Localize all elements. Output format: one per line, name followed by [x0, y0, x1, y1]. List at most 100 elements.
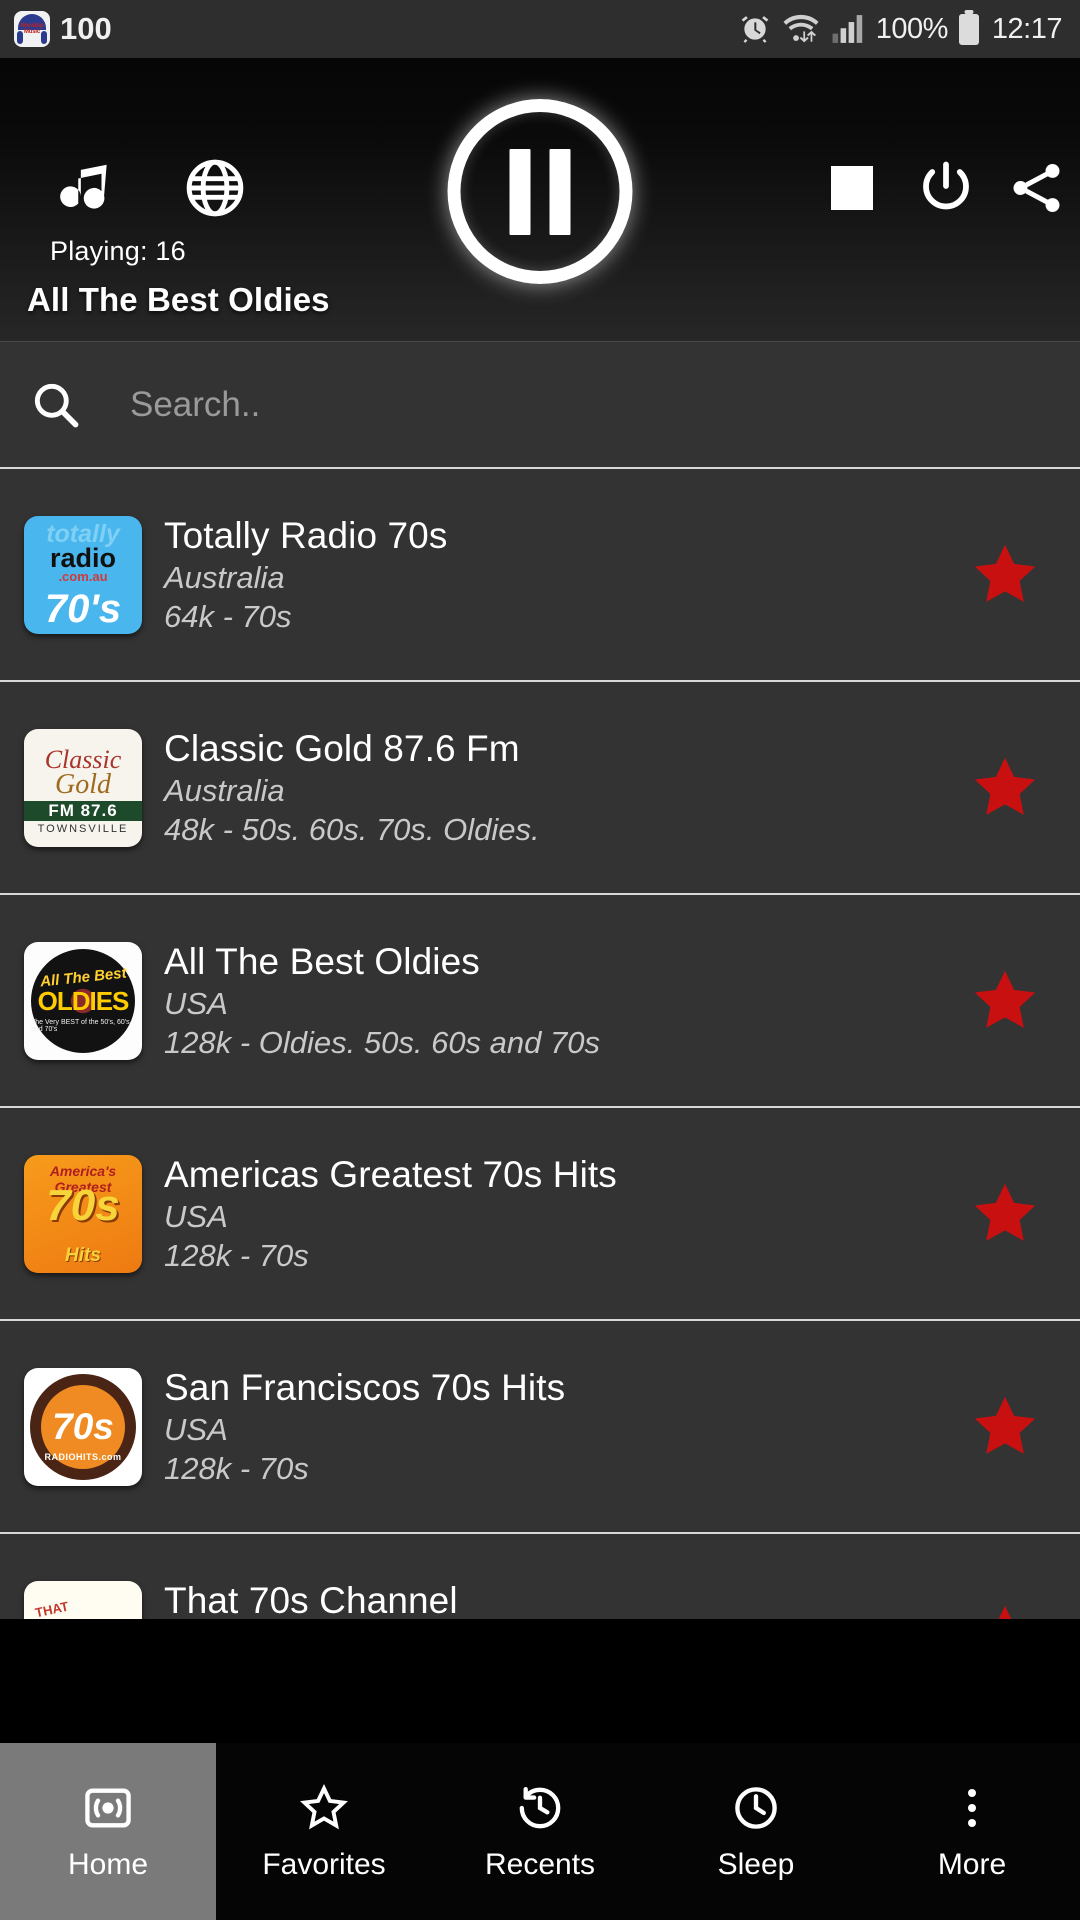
station-name: That 70s Channel	[164, 1579, 458, 1620]
station-country: Australia	[164, 772, 285, 808]
star-filled-icon	[974, 970, 1036, 1028]
favorite-toggle[interactable]	[950, 751, 1060, 825]
nav-label: Recents	[484, 1847, 596, 1881]
station-name: Americas Greatest 70s Hits	[164, 1153, 617, 1195]
logo-text: 70s	[52, 1405, 114, 1447]
nav-item-home[interactable]: Home	[0, 1743, 216, 1920]
favorite-toggle[interactable]	[950, 964, 1060, 1038]
station-logo: Classic Gold FM 87.6 TOWNSVILLE	[24, 728, 142, 847]
station-name: All The Best Oldies	[164, 940, 480, 982]
bottom-navigation: Home Favorites Recents Sleep More	[0, 1743, 1080, 1920]
station-description: 48k - 50s. 60s. 70s. Oldies.	[164, 811, 540, 847]
station-description: 128k - 70s	[164, 1237, 309, 1273]
status-bar-right: 100% 12:17	[739, 12, 1063, 46]
globe-icon[interactable]	[184, 157, 246, 219]
station-list-item[interactable]: 70s RADIOHITS.com San Franciscos 70s Hit…	[0, 1321, 1080, 1534]
station-description: 128k - Oldies. 50s. 60s and 70s	[164, 1024, 600, 1060]
star-filled-icon	[974, 544, 1036, 602]
station-country: Australia	[164, 559, 285, 595]
station-name: Totally Radio 70s	[164, 514, 448, 556]
notification-count: 100	[60, 11, 112, 46]
radio-icon	[82, 1782, 134, 1834]
power-button[interactable]	[916, 158, 976, 218]
clock-time: 12:17	[991, 12, 1063, 45]
nav-label: More	[937, 1847, 1007, 1881]
station-logo: America's Greatest 70s Hits	[24, 1154, 142, 1273]
station-country: USA	[164, 1411, 228, 1447]
station-meta: Totally Radio 70s Australia 64k - 70s	[164, 515, 950, 635]
station-logo: All The Best OLDIES The Very BEST of the…	[24, 941, 142, 1060]
logo-text: 70s	[48, 1616, 118, 1620]
overflow-menu-icon	[968, 1782, 976, 1834]
star-icon	[298, 1782, 350, 1834]
search-bar[interactable]	[0, 341, 1080, 469]
signal-icon	[831, 13, 865, 45]
station-list-item[interactable]: totally radio .com.au 70's Totally Radio…	[0, 469, 1080, 682]
station-logo: THAT 70s CHANNEL	[24, 1580, 142, 1620]
nav-label: Favorites	[262, 1847, 386, 1881]
nav-item-sleep[interactable]: Sleep	[648, 1743, 864, 1920]
logo-text: TOWNSVILLE	[37, 823, 129, 835]
battery-percent: 100%	[875, 12, 949, 45]
station-description: 64k - 70s	[164, 598, 292, 634]
station-country: USA	[164, 985, 228, 1021]
clock-icon	[730, 1782, 782, 1834]
player-panel: Playing: 16 All The Best Oldies	[0, 58, 1080, 341]
station-meta: San Franciscos 70s Hits USA 128k - 70s	[164, 1367, 950, 1487]
station-description: 128k - 70s	[164, 1450, 309, 1486]
station-meta: All The Best Oldies USA 128k - Oldies. 5…	[164, 941, 950, 1061]
status-bar: Nonstop Music 100 100% 12:17	[0, 0, 1080, 58]
search-input[interactable]	[84, 384, 1080, 425]
alarm-icon	[739, 13, 771, 45]
station-list-item[interactable]: All The Best OLDIES The Very BEST of the…	[0, 895, 1080, 1108]
stop-button[interactable]	[831, 166, 873, 210]
stop-icon	[831, 166, 873, 210]
star-outline-icon	[998, 1605, 1012, 1619]
nav-item-more[interactable]: More	[864, 1743, 1080, 1920]
logo-text: Hits	[65, 1244, 101, 1266]
logo-text: Gold	[55, 769, 111, 800]
pause-icon	[509, 148, 531, 235]
nav-label: Sleep	[717, 1847, 795, 1881]
logo-text: 70's	[44, 586, 122, 631]
favorite-toggle[interactable]	[950, 1177, 1060, 1251]
logo-text: OLDIES	[37, 985, 130, 1016]
music-note-icon[interactable]	[55, 155, 117, 221]
station-meta: Classic Gold 87.6 Fm Australia 48k - 50s…	[164, 728, 950, 848]
nav-item-recents[interactable]: Recents	[432, 1743, 648, 1920]
station-name: Classic Gold 87.6 Fm	[164, 727, 520, 769]
pause-button[interactable]	[447, 99, 633, 284]
status-bar-left: Nonstop Music 100	[14, 11, 112, 47]
star-filled-icon	[974, 1396, 1036, 1454]
star-filled-icon	[974, 1183, 1036, 1241]
logo-text: FM 87.6	[24, 801, 142, 821]
player-controls: Playing: 16	[0, 58, 1080, 284]
station-meta: That 70s Channel USA 128k - Classic Hits…	[164, 1580, 950, 1620]
favorite-toggle[interactable]	[950, 538, 1060, 612]
star-filled-icon	[974, 757, 1036, 815]
now-playing-title: All The Best Oldies	[27, 281, 330, 318]
station-list-item[interactable]: Classic Gold FM 87.6 TOWNSVILLE Classic …	[0, 682, 1080, 895]
search-icon	[28, 377, 84, 433]
app-notification-icon: Nonstop Music	[14, 11, 50, 47]
station-list-item[interactable]: THAT 70s CHANNEL That 70s Channel USA 12…	[0, 1534, 1080, 1619]
battery-icon	[958, 13, 979, 45]
station-meta: Americas Greatest 70s Hits USA 128k - 70…	[164, 1154, 950, 1274]
station-list-item[interactable]: America's Greatest 70s Hits Americas Gre…	[0, 1108, 1080, 1321]
nav-label: Home	[67, 1847, 149, 1881]
station-logo: 70s RADIOHITS.com	[24, 1367, 142, 1486]
logo-text: The Very BEST of the 50's, 60's and 70's	[31, 1018, 130, 1033]
logo-text: 70s	[46, 1180, 120, 1230]
favorite-toggle[interactable]	[950, 1390, 1060, 1464]
station-logo: totally radio .com.au 70's	[24, 515, 142, 634]
playing-count-label: Playing: 16	[50, 236, 186, 266]
wifi-icon	[782, 13, 820, 45]
logo-text: RADIOHITS.com	[44, 1451, 122, 1462]
logo-text: .com.au	[58, 568, 108, 584]
station-list[interactable]: totally radio .com.au 70's Totally Radio…	[0, 469, 1080, 1619]
station-country: USA	[164, 1198, 228, 1234]
history-icon	[514, 1782, 566, 1834]
share-button[interactable]	[1004, 157, 1070, 219]
favorite-toggle[interactable]	[950, 1603, 1060, 1619]
nav-item-favorites[interactable]: Favorites	[216, 1743, 432, 1920]
